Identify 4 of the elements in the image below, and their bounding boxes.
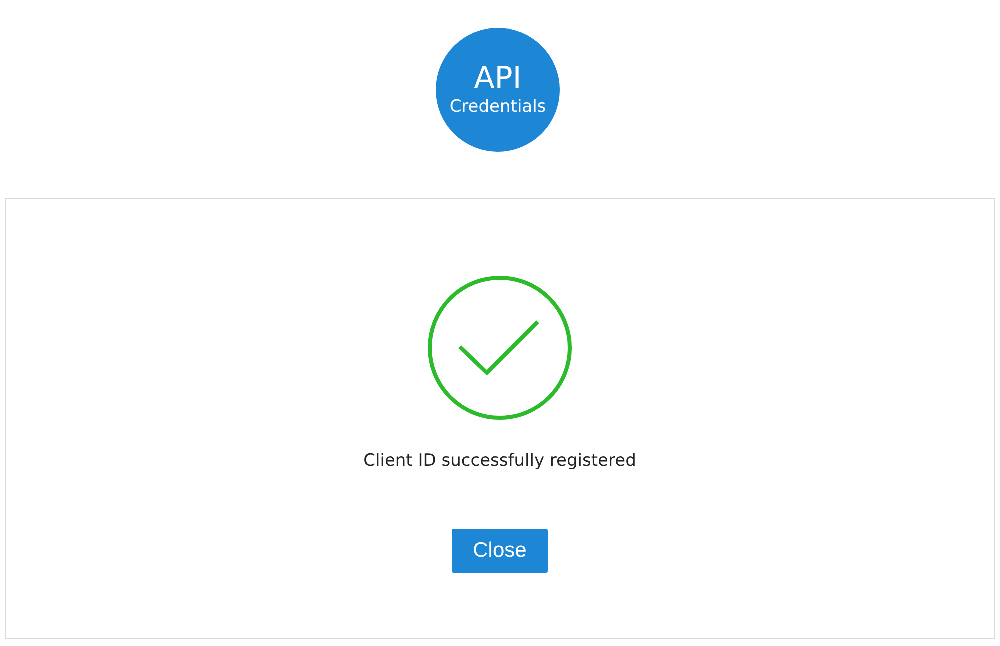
close-button[interactable]: Close [452, 529, 548, 573]
checkmark-circle-icon [427, 275, 573, 421]
api-logo: API Credentials [436, 28, 560, 152]
success-message: Client ID successfully registered [364, 451, 636, 471]
